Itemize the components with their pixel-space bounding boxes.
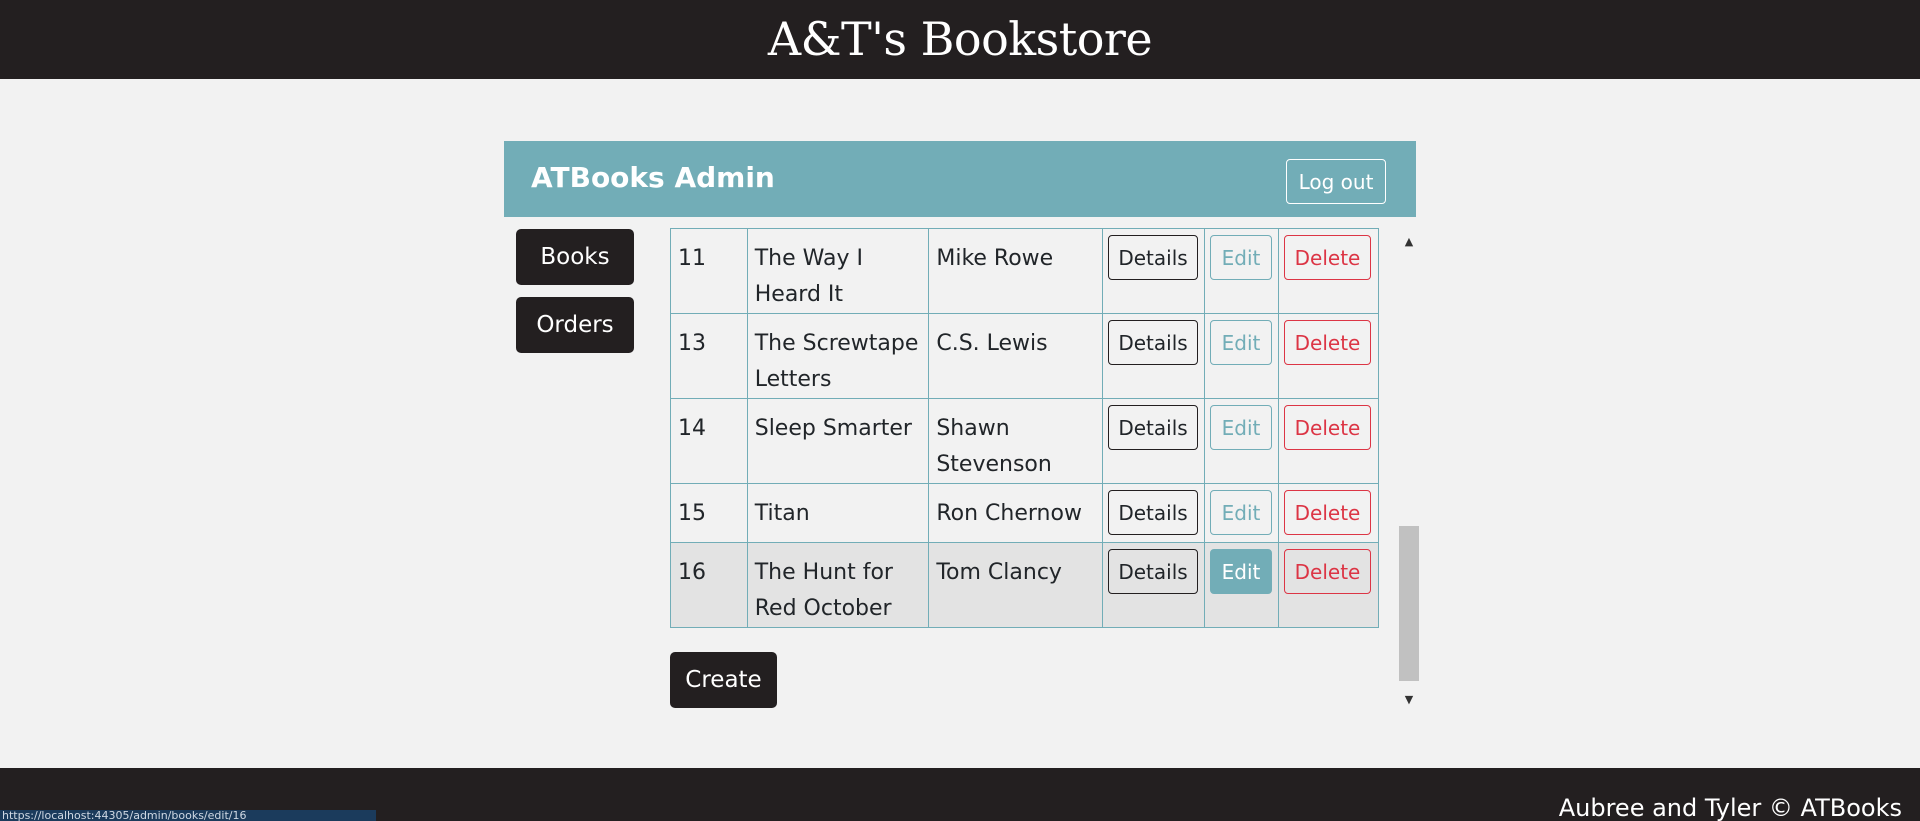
- book-title: Titan: [746, 483, 930, 543]
- scroll-down-icon[interactable]: ▼: [1398, 690, 1420, 710]
- book-author: C.S. Lewis: [928, 313, 1104, 399]
- delete-button[interactable]: Delete: [1283, 490, 1371, 535]
- book-id: 13: [670, 313, 748, 399]
- book-title: The Hunt for Red October: [746, 542, 930, 628]
- details-button[interactable]: Details: [1108, 490, 1199, 535]
- scrollbar-thumb[interactable]: [1399, 526, 1419, 681]
- status-bar-url: https://localhost:44305/admin/books/edit…: [0, 810, 376, 821]
- edit-button[interactable]: Edit: [1210, 235, 1272, 280]
- details-button[interactable]: Details: [1108, 549, 1199, 594]
- details-button[interactable]: Details: [1108, 405, 1199, 450]
- book-author: Shawn Stevenson: [928, 398, 1104, 484]
- create-button[interactable]: Create: [670, 652, 777, 708]
- delete-button[interactable]: Delete: [1283, 405, 1371, 450]
- book-author: Ron Chernow: [928, 483, 1104, 543]
- edit-button[interactable]: Edit: [1210, 490, 1272, 535]
- scroll-up-icon[interactable]: ▲: [1398, 232, 1420, 252]
- table-row-hovered: 16 The Hunt for Red October Tom Clancy D…: [670, 542, 1380, 628]
- details-button[interactable]: Details: [1108, 235, 1199, 280]
- details-button[interactable]: Details: [1108, 320, 1199, 365]
- edit-button[interactable]: Edit: [1210, 320, 1272, 365]
- table-row: 13 The Screwtape Letters C.S. Lewis Deta…: [670, 313, 1380, 399]
- book-id: 15: [670, 483, 748, 543]
- book-title: The Screwtape Letters: [746, 313, 930, 399]
- book-id: 16: [670, 542, 748, 628]
- scrollbar[interactable]: ▲ ▼: [1398, 228, 1420, 714]
- table-row: 15 Titan Ron Chernow Details Edit Delete: [670, 483, 1380, 543]
- logout-button[interactable]: Log out: [1286, 159, 1386, 204]
- site-header: A&T's Bookstore: [0, 0, 1920, 79]
- sidebar-item-orders[interactable]: Orders: [516, 297, 634, 353]
- books-table-scroll-area[interactable]: 11 The Way I Heard It Mike Rowe Details …: [670, 228, 1380, 709]
- book-id: 14: [670, 398, 748, 484]
- table-row: 11 The Way I Heard It Mike Rowe Details …: [670, 228, 1380, 314]
- book-title: The Way I Heard It: [746, 228, 930, 314]
- book-title: Sleep Smarter: [746, 398, 930, 484]
- book-author: Mike Rowe: [928, 228, 1104, 314]
- edit-button[interactable]: Edit: [1210, 549, 1272, 594]
- sidebar-item-books[interactable]: Books: [516, 229, 634, 285]
- book-id: 11: [670, 228, 748, 314]
- table-row: 14 Sleep Smarter Shawn Stevenson Details…: [670, 398, 1380, 484]
- edit-button[interactable]: Edit: [1210, 405, 1272, 450]
- books-table: 11 The Way I Heard It Mike Rowe Details …: [670, 228, 1380, 628]
- site-title: A&T's Bookstore: [767, 12, 1153, 66]
- admin-header: ATBooks Admin Log out: [504, 141, 1416, 217]
- delete-button[interactable]: Delete: [1283, 549, 1371, 594]
- delete-button[interactable]: Delete: [1283, 235, 1371, 280]
- delete-button[interactable]: Delete: [1283, 320, 1371, 365]
- book-author: Tom Clancy: [928, 542, 1104, 628]
- admin-title: ATBooks Admin: [531, 161, 775, 194]
- footer-copyright: Aubree and Tyler © ATBooks: [1558, 794, 1902, 821]
